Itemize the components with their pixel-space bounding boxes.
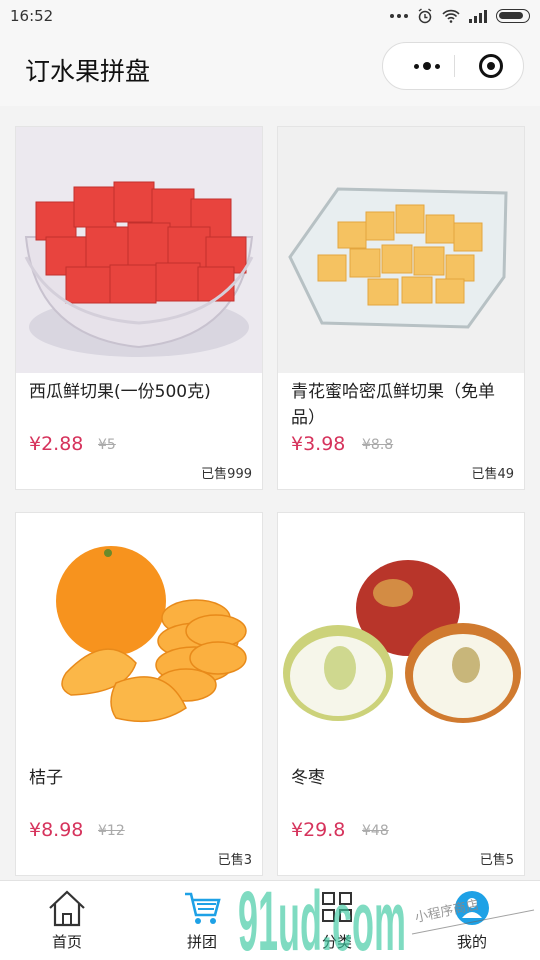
product-sold-count: 已售5 (479, 853, 514, 868)
status-icons (390, 8, 530, 24)
navigation-bar: 订水果拼盘 (0, 32, 540, 106)
tab-group-buy[interactable]: 拼团 (152, 881, 252, 960)
tab-label: 我的 (456, 933, 487, 951)
tab-label: 首页 (51, 933, 82, 951)
more-dots-icon[interactable] (401, 43, 453, 89)
page-title: 订水果拼盘 (25, 57, 151, 86)
tab-label: 分类 (321, 933, 352, 951)
home-icon (49, 890, 85, 927)
tab-home[interactable]: 首页 (17, 881, 117, 960)
product-sold-count: 已售999 (201, 467, 252, 482)
battery-icon (496, 9, 530, 23)
product-original-price: ¥12 (98, 823, 125, 839)
product-card[interactable]: 西瓜鲜切果(一份500克) ¥2.88 ¥5 已售999 (15, 126, 263, 490)
product-name: 桔子 (29, 768, 63, 788)
wifi-icon (442, 9, 460, 23)
product-image-jujube[interactable] (278, 513, 524, 759)
mini-program-capsule (382, 42, 524, 90)
product-price: ¥2.88 (29, 433, 84, 455)
alarm-icon (418, 8, 432, 24)
product-original-price: ¥48 (362, 823, 389, 839)
status-time: 16:52 (10, 7, 54, 25)
product-card[interactable]: 青花蜜哈密瓜鲜切果（免单品） ¥3.98 ¥8.8 已售49 (277, 126, 525, 490)
product-name: 冬枣 (291, 768, 325, 788)
product-card[interactable]: 桔子 ¥8.98 ¥12 已售3 (15, 512, 263, 876)
status-bar: 16:52 (0, 0, 540, 32)
tab-category[interactable]: 分类 (287, 881, 387, 960)
product-sold-count: 已售49 (471, 467, 514, 482)
product-image-tangerine[interactable] (16, 513, 262, 759)
product-price: ¥3.98 (291, 433, 346, 455)
capsule-divider (454, 55, 455, 77)
product-sold-count: 已售3 (217, 853, 252, 868)
tab-profile[interactable]: 我的 (422, 881, 522, 960)
product-price: ¥29.8 (291, 819, 346, 841)
product-image-cantaloupe[interactable] (278, 127, 524, 373)
product-original-price: ¥5 (98, 437, 116, 453)
product-name: 青花蜜哈密瓜鲜切果（免单品） (291, 382, 495, 428)
user-icon (455, 891, 489, 925)
bottom-tab-bar: 首页 拼团 分类 我的 (0, 880, 540, 960)
product-name: 西瓜鲜切果(一份500克) (29, 382, 211, 402)
product-original-price: ¥8.8 (362, 437, 394, 453)
product-card[interactable]: 冬枣 ¥29.8 ¥48 已售5 (277, 512, 525, 876)
grid-icon (322, 892, 352, 922)
product-image-watermelon[interactable] (16, 127, 262, 373)
signal-icon (469, 9, 487, 23)
tab-label: 拼团 (186, 933, 217, 951)
cart-icon (185, 892, 221, 924)
product-price: ¥8.98 (29, 819, 84, 841)
more-notifications-icon (390, 14, 408, 18)
target-close-icon[interactable] (479, 54, 503, 78)
